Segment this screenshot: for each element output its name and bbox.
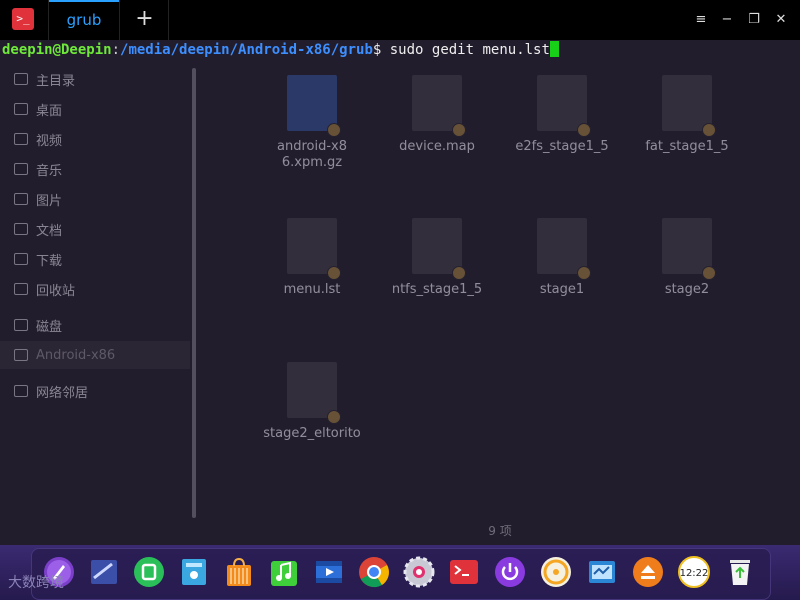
network-icon: [14, 385, 28, 397]
clock-icon[interactable]: 12:22: [678, 556, 710, 588]
prompt-path: /media/deepin/Android-x86/grub: [120, 42, 373, 58]
binary-file-icon: [537, 75, 591, 137]
disk-utility-icon[interactable]: [540, 556, 572, 588]
binary-file-icon: [537, 218, 591, 280]
item-count-status: 9 项: [488, 524, 512, 538]
settings-icon[interactable]: [403, 556, 435, 588]
file-name: stage1: [539, 282, 585, 297]
file-item[interactable]: stage1: [502, 218, 622, 298]
sidebar-item-label: Android-x86: [36, 347, 116, 363]
sidebar-item-label: 桌面: [36, 103, 63, 119]
sidebar-item-label: 磁盘: [36, 319, 63, 335]
prompt-separator: :: [111, 42, 121, 58]
eject-icon[interactable]: [632, 556, 664, 588]
file-name: stage2_eltorito: [263, 426, 361, 441]
trash-folder-icon: [14, 283, 28, 295]
text-cursor: [549, 41, 559, 57]
sidebar-item-pictures[interactable]: 图片: [0, 185, 190, 213]
music-icon[interactable]: [268, 556, 300, 588]
sidebar-item-trash[interactable]: 回收站: [0, 275, 190, 303]
file-name: stage2: [664, 282, 710, 297]
file-item[interactable]: menu.lst: [252, 218, 372, 298]
file-name: menu.lst: [283, 282, 341, 297]
file-item[interactable]: stage2: [627, 218, 747, 298]
sidebar-item-home[interactable]: 主目录: [0, 65, 190, 93]
typed-command: sudo gedit menu.lst: [381, 42, 550, 58]
terminal-icon[interactable]: [448, 556, 480, 588]
sidebar-item-label: 下载: [36, 253, 63, 269]
file-name: e2fs_stage1_5: [515, 139, 609, 154]
chrome-icon[interactable]: [358, 556, 390, 588]
sidebar-item-label: 视频: [36, 133, 63, 149]
file-name: ntfs_stage1_5: [391, 282, 483, 297]
sidebar-scrollbar[interactable]: [192, 68, 196, 518]
terminal-app-icon: >_: [12, 8, 34, 30]
downloads-icon: [14, 253, 28, 265]
file-manager-window: 主目录 桌面 视频 音乐 图片 文档 下载 回收站 磁盘 Android-x86…: [0, 40, 800, 545]
maximize-icon[interactable]: ❐: [741, 0, 767, 40]
prompt-user: deepin@Deepin: [2, 42, 112, 58]
file-item[interactable]: device.map: [377, 75, 497, 155]
terminal-titlebar: >_ grub + ≡ − ❐ ✕: [0, 0, 800, 40]
text-file-icon: [287, 218, 341, 280]
file-manager-icon[interactable]: [178, 556, 210, 588]
drive-icon: [14, 349, 28, 361]
sidebar-item-label: 音乐: [36, 163, 63, 179]
sidebar-item-videos[interactable]: 视频: [0, 125, 190, 153]
binary-file-icon: [287, 362, 341, 424]
binary-file-icon: [662, 218, 716, 280]
sidebar-item-music[interactable]: 音乐: [0, 155, 190, 183]
screenshot-icon[interactable]: [88, 556, 120, 588]
power-icon[interactable]: [494, 556, 526, 588]
binary-file-icon: [412, 218, 466, 280]
sidebar-item-downloads[interactable]: 下载: [0, 245, 190, 273]
svg-text:12:22: 12:22: [680, 568, 709, 579]
documents-icon: [14, 223, 28, 235]
music-folder-icon: [14, 163, 28, 175]
text-file-icon: [412, 75, 466, 137]
file-item[interactable]: fat_stage1_5: [627, 75, 747, 155]
sidebar-item-documents[interactable]: 文档: [0, 215, 190, 243]
system-monitor-icon[interactable]: [586, 556, 618, 588]
file-item[interactable]: stage2_eltorito: [252, 362, 372, 442]
disk-icon: [14, 319, 28, 331]
sidebar-item-label: 图片: [36, 193, 63, 209]
sidebar-item-network[interactable]: 网络邻居: [0, 377, 190, 405]
sidebar-item-label: 主目录: [36, 73, 76, 89]
minimize-icon[interactable]: −: [714, 0, 740, 40]
sidebar-item-label: 回收站: [36, 283, 76, 299]
terminal-command-line[interactable]: deepin@Deepin:/media/deepin/Android-x86/…: [2, 40, 559, 60]
desktop: 主目录 桌面 视频 音乐 图片 文档 下载 回收站 磁盘 Android-x86…: [0, 0, 800, 600]
add-tab-button[interactable]: +: [121, 0, 169, 40]
image-file-icon: [287, 75, 341, 137]
binary-file-icon: [662, 75, 716, 137]
tab-grub[interactable]: grub: [48, 0, 120, 40]
file-item[interactable]: e2fs_stage1_5: [502, 75, 622, 155]
file-item[interactable]: ntfs_stage1_5: [377, 218, 497, 298]
file-name: device.map: [399, 139, 475, 154]
file-item[interactable]: android-x86.xpm.gz: [252, 75, 372, 171]
pictures-icon: [14, 193, 28, 205]
sidebar-item-disk[interactable]: 磁盘: [0, 311, 190, 339]
file-name: android-x86.xpm.gz: [277, 139, 347, 170]
app-store-icon[interactable]: [223, 556, 255, 588]
file-name: fat_stage1_5: [645, 139, 729, 154]
close-icon[interactable]: ✕: [768, 0, 794, 40]
video-icon[interactable]: [313, 556, 345, 588]
sidebar-item-label: 网络邻居: [36, 385, 89, 401]
home-icon: [14, 73, 28, 85]
sidebar-item-android-x86[interactable]: Android-x86: [0, 341, 190, 369]
sidebar-item-label: 文档: [36, 223, 63, 239]
watermark: 大数跨境: [8, 575, 64, 591]
file-manager-sidebar: 主目录 桌面 视频 音乐 图片 文档 下载 回收站 磁盘 Android-x86…: [0, 65, 192, 525]
desktop-icon: [14, 103, 28, 115]
menu-icon[interactable]: ≡: [688, 0, 714, 40]
sidebar-item-desktop[interactable]: 桌面: [0, 95, 190, 123]
trash-icon[interactable]: [724, 556, 756, 588]
video-folder-icon: [14, 133, 28, 145]
wechat-icon[interactable]: [133, 556, 165, 588]
file-grid: android-x86.xpm.gz device.map e2fs_stage…: [200, 40, 800, 545]
